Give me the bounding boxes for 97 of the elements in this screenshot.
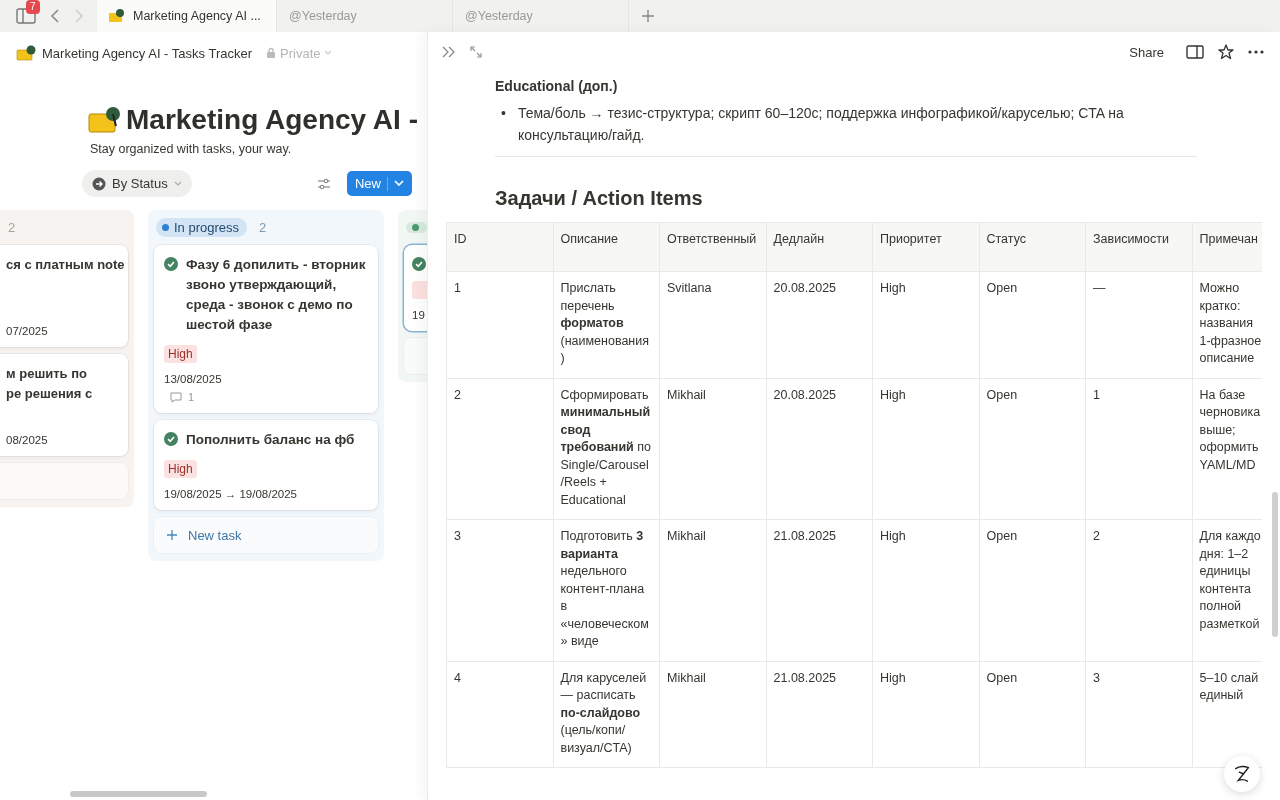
task-card[interactable]: Фазу 6 допилить - вторник звоно утверждающий, среда - звонок с демо по шестой фазе High 13/08/2025 1	[154, 245, 378, 413]
task-title: Фазу 6 допилить - вторник звоно утверждающий, среда - звонок с демо по шестой фазе	[186, 256, 367, 334]
comment-count: 1	[188, 391, 195, 403]
scrollbar[interactable]	[1272, 492, 1278, 637]
column-header: Описание	[560, 232, 618, 246]
view-selector[interactable]: By Status	[82, 170, 192, 197]
table-cell: Прислать перечень форматов (наименования)	[560, 281, 649, 365]
new-tab-icon[interactable]	[641, 9, 655, 23]
plus-icon	[166, 529, 178, 541]
column-header: Дедлайн	[773, 232, 825, 246]
column-header: Приоритет	[880, 232, 942, 246]
breadcrumb-link[interactable]: Marketing Agency AI - Tasks Tracker	[42, 45, 252, 61]
table-cell: Для каждо дня: 1–2 единицы контента полной разметкой	[1199, 529, 1261, 631]
table-cell: —	[1093, 281, 1106, 295]
table-cell: 5–10 слай единый	[1199, 670, 1259, 702]
column-count: 2	[259, 219, 267, 235]
table-cell: Подготовить 3 варианта недельного контент-плана в «человеческом» виде	[560, 529, 649, 648]
table-cell: High	[880, 670, 906, 685]
squiggle-icon	[1233, 764, 1251, 784]
page-emoji-icon	[16, 45, 36, 61]
table-cell: Для каруселей — расписать по-слайдово (цель/копи/визуал/CTA)	[560, 670, 647, 755]
table-cell: High	[880, 529, 906, 543]
task-date: 19	[412, 309, 425, 321]
table-cell: 4	[454, 670, 461, 685]
table-cell: 2	[1093, 529, 1100, 543]
sidebar-icon[interactable]	[16, 8, 36, 24]
table-cell: На базе черновика выше; оформить YAML/MD	[1199, 387, 1261, 472]
status-chip[interactable]	[406, 221, 427, 233]
column-header: Зависимости	[1093, 232, 1169, 246]
caret-icon	[173, 180, 182, 187]
table-cell: Mikhail	[667, 387, 706, 402]
task-card[interactable]: Пополнить баланс на фб High 19/08/2025 → 19/08/2025	[154, 420, 378, 510]
priority-tag: High	[164, 460, 197, 478]
table-cell: Можно кратко: названия 1-фразное описание	[1199, 281, 1262, 365]
collapse-icon[interactable]	[442, 46, 456, 58]
bullet-marker: •	[501, 104, 506, 123]
table-cell: Mikhail	[667, 670, 706, 685]
column-header: Ответственный	[667, 232, 757, 246]
table-cell: 21.08.2025	[773, 670, 837, 685]
caret-icon	[324, 50, 333, 56]
comment-icon	[170, 391, 182, 403]
table-cell: Open	[986, 670, 1018, 685]
share-button[interactable]: Share	[1129, 44, 1172, 60]
column-header: Статус	[986, 232, 1026, 246]
page-description: Stay organized with tasks, your way.	[89, 141, 293, 156]
arrow-circle-icon	[92, 176, 106, 191]
lock-icon	[266, 47, 276, 59]
page-emoji-icon	[109, 9, 125, 23]
page-title: Marketing Agency AI -	[126, 104, 418, 136]
priority-tag: High	[164, 345, 197, 363]
table-cell: Mikhail	[667, 529, 706, 543]
task-title: м решить по ре решения с	[6, 365, 93, 403]
task-date: 08/2025	[6, 434, 48, 446]
table-cell: 1	[454, 281, 461, 295]
bullet-text: Тема/боль → тезис-структура; скрипт 60–120с; поддержка инфографикой/каруселью; CTA на консультацию/гайд.	[517, 104, 1125, 145]
column-count: 2	[8, 219, 16, 235]
table-cell: 20.08.2025	[773, 387, 837, 402]
section-heading: Educational (доп.)	[495, 78, 619, 94]
notification-badge: 7	[26, 0, 40, 14]
side-panel-icon[interactable]	[1186, 45, 1204, 59]
assistant-button[interactable]	[1224, 756, 1260, 792]
table-cell: High	[880, 281, 906, 295]
table-cell: Сформировать минимальный свод требований по Single/Carousel/Reels + Educational	[560, 387, 651, 507]
section-heading: Задачи / Action Items	[495, 187, 704, 210]
table-cell: Svitlana	[667, 281, 712, 295]
table-cell: High	[880, 387, 906, 402]
task-date: 13/08/2025	[164, 373, 222, 385]
table-cell: 3	[1093, 670, 1100, 685]
new-button[interactable]: New	[347, 171, 412, 196]
table-cell: Open	[986, 529, 1018, 543]
table-cell: Open	[986, 387, 1018, 402]
column-header: Примечан	[1199, 232, 1258, 246]
task-date: 19/08/2025 → 19/08/2025	[164, 488, 297, 500]
task-title: ся с платным note	[6, 256, 125, 274]
expand-icon[interactable]	[470, 46, 482, 58]
caret-icon	[394, 180, 404, 187]
more-icon[interactable]	[1248, 50, 1264, 54]
task-date: 07/2025	[6, 325, 48, 337]
task-card[interactable]: 19	[404, 245, 427, 331]
status-chip[interactable]: In progress	[156, 217, 248, 237]
filter-settings-icon[interactable]	[317, 177, 331, 190]
back-icon[interactable]	[50, 9, 60, 23]
new-task-button[interactable]: New task	[154, 517, 378, 553]
table-cell: 2	[454, 387, 461, 402]
task-card[interactable]: ся с платным note 07/2025	[0, 245, 128, 347]
task-title: Пополнить баланс на фб	[186, 431, 355, 449]
page-emoji-icon	[88, 106, 120, 134]
table-cell: 1	[1093, 387, 1100, 402]
task-card[interactable]: м решить по ре решения с 08/2025	[0, 354, 128, 456]
table-cell: 20.08.2025	[773, 281, 837, 295]
table-cell: 21.08.2025	[773, 529, 837, 543]
table-cell: Open	[986, 281, 1018, 295]
browser-tab[interactable]: Marketing Agency AI ...	[97, 0, 277, 32]
column-header: ID	[454, 232, 467, 246]
table-cell: 3	[454, 529, 461, 543]
star-icon[interactable]	[1218, 44, 1234, 60]
scrollbar[interactable]	[70, 791, 207, 797]
